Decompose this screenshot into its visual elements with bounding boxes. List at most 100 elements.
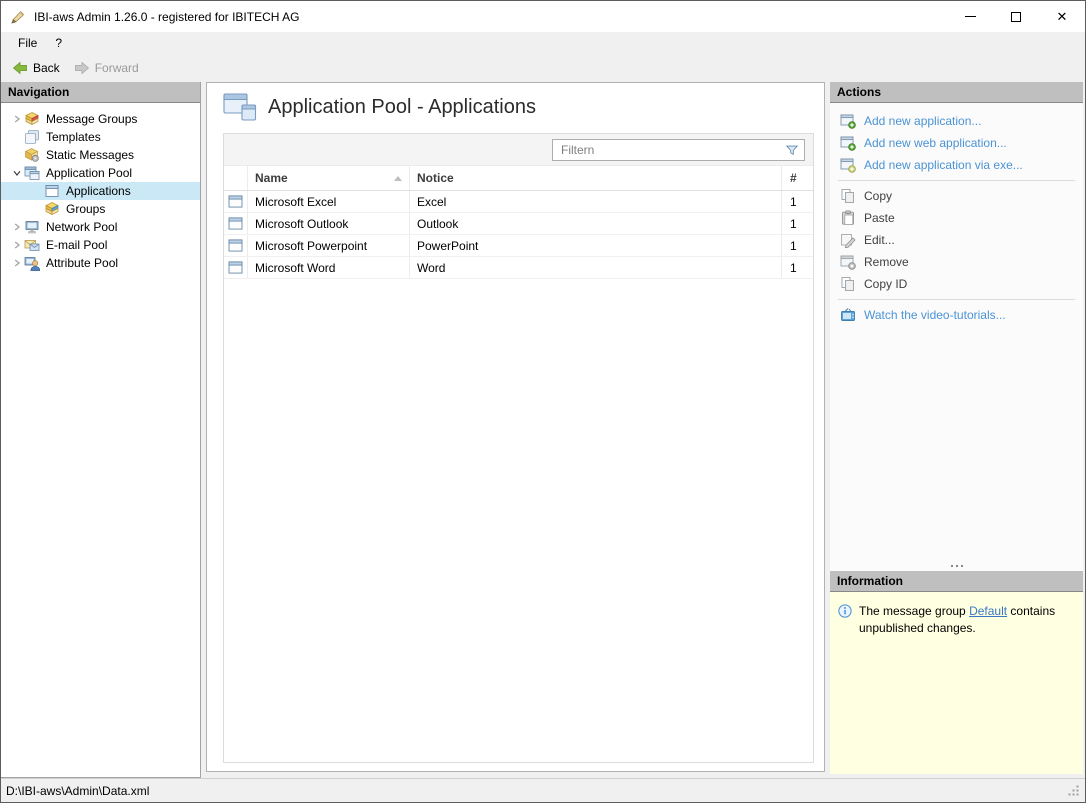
table-row[interactable]: Microsoft Powerpoint PowerPoint 1 — [224, 235, 813, 257]
filter-input[interactable] — [553, 142, 780, 157]
copy-id-button[interactable]: Copy ID — [830, 273, 1083, 295]
network-pool-icon — [25, 221, 39, 234]
content-header: Application Pool - Applications — [207, 83, 824, 131]
actions-list: Add new application... Add new web appli… — [830, 103, 1083, 326]
forward-arrow-icon — [74, 61, 89, 75]
row-cell-count: 1 — [790, 194, 797, 209]
filter-funnel-icon[interactable] — [780, 143, 804, 157]
actions-panel: Actions Add new application... Add new w… — [830, 82, 1083, 774]
sidebar-item-label: Static Messages — [46, 148, 135, 162]
content-panel: Application Pool - Applications Filtern … — [206, 82, 825, 772]
sidebar-item-message-groups[interactable]: Message Groups — [1, 110, 200, 128]
minimize-icon — [964, 16, 976, 17]
email-pool-icon — [24, 240, 40, 251]
menu-file[interactable]: File — [9, 34, 46, 52]
edit-button[interactable]: Edit... — [830, 229, 1083, 251]
static-messages-icon — [24, 148, 39, 162]
add-application-exe-icon — [840, 158, 856, 173]
remove-button[interactable]: Remove — [830, 251, 1083, 273]
row-cell-icon — [224, 191, 248, 212]
edit-icon — [841, 234, 856, 248]
video-tutorials-icon — [841, 308, 855, 321]
row-cell-count: 1 — [790, 238, 797, 253]
expand-chevron-right-icon[interactable] — [9, 115, 24, 123]
minimize-button[interactable] — [947, 1, 993, 32]
sidebar-item-label: Message Groups — [46, 112, 138, 126]
count-column-label: # — [790, 171, 797, 185]
sidebar-item-label: E-mail Pool — [46, 238, 108, 252]
applications-list-box: Name Notice # — [223, 133, 814, 763]
watch-video-tutorials-link[interactable]: Watch the video-tutorials... — [830, 304, 1083, 326]
panel-splitter[interactable] — [830, 560, 1083, 571]
templates-icon — [25, 130, 39, 144]
attribute-pool-icon — [24, 257, 40, 271]
sort-ascending-icon — [394, 175, 402, 181]
expand-chevron-right-icon[interactable] — [9, 259, 24, 267]
table-row[interactable]: Microsoft Outlook Outlook 1 — [224, 213, 813, 235]
action-label: Remove — [864, 255, 909, 269]
application-window-icon — [228, 195, 243, 208]
add-new-application-via-exe-link[interactable]: Add new application via exe... — [830, 154, 1083, 176]
notice-column-header[interactable]: Notice — [410, 166, 782, 190]
icon-column-header[interactable] — [224, 166, 248, 190]
expand-chevron-right-icon[interactable] — [9, 241, 24, 249]
paste-button[interactable]: Paste — [830, 207, 1083, 229]
information-content: The message group Default contains unpub… — [830, 592, 1083, 774]
name-column-header[interactable]: Name — [248, 166, 410, 190]
close-button[interactable]: ✕ — [1039, 1, 1085, 32]
sidebar-item-email-pool[interactable]: E-mail Pool — [1, 236, 200, 254]
maximize-icon — [1011, 11, 1021, 22]
row-cell-notice: Outlook — [410, 213, 782, 234]
main-area: Navigation Message Groups Templates Stat… — [1, 82, 1085, 778]
sidebar-item-applications[interactable]: Applications — [1, 182, 200, 200]
application-window-icon — [228, 239, 243, 252]
back-button[interactable]: Back — [5, 58, 67, 78]
table-header: Name Notice # — [224, 166, 813, 191]
message-groups-icon — [25, 112, 39, 126]
action-label: Add new application... — [864, 114, 982, 128]
back-arrow-icon — [12, 61, 27, 75]
expand-chevron-right-icon[interactable] — [9, 223, 24, 231]
add-new-application-link[interactable]: Add new application... — [830, 110, 1083, 132]
forward-label: Forward — [94, 61, 139, 75]
titlebar: IBI-aws Admin 1.26.0 - registered for IB… — [1, 1, 1085, 32]
applications-icon — [45, 185, 59, 197]
add-web-application-icon — [840, 136, 856, 151]
groups-icon — [45, 202, 59, 216]
row-cell-icon — [224, 213, 248, 234]
menu-help[interactable]: ? — [46, 34, 71, 52]
collapse-chevron-down-icon[interactable] — [9, 169, 24, 177]
info-text-before: The message group — [859, 604, 970, 618]
name-column-label: Name — [255, 171, 288, 185]
sidebar-item-label: Application Pool — [46, 166, 133, 180]
add-new-web-application-link[interactable]: Add new web application... — [830, 132, 1083, 154]
table-row[interactable]: Microsoft Excel Excel 1 — [224, 191, 813, 213]
sidebar-item-application-pool[interactable]: Application Pool — [1, 164, 200, 182]
info-icon — [838, 604, 852, 618]
sidebar-item-templates[interactable]: Templates — [1, 128, 200, 146]
information-header: Information — [830, 571, 1083, 592]
information-message: The message group Default contains unpub… — [859, 603, 1075, 763]
copy-button[interactable]: Copy — [830, 185, 1083, 207]
row-cell-notice: Word — [410, 257, 782, 278]
table-row[interactable]: Microsoft Word Word 1 — [224, 257, 813, 279]
default-message-group-link[interactable]: Default — [969, 604, 1007, 618]
action-label: Copy ID — [864, 277, 908, 291]
resize-grip[interactable] — [1067, 784, 1080, 797]
forward-button[interactable]: Forward — [67, 58, 146, 78]
window-controls: ✕ — [947, 1, 1085, 32]
count-column-header[interactable]: # — [782, 166, 813, 190]
remove-icon — [840, 255, 856, 270]
sidebar-item-network-pool[interactable]: Network Pool — [1, 218, 200, 236]
action-label: Copy — [864, 189, 893, 203]
action-label: Add new application via exe... — [864, 158, 1023, 172]
toolbar: Back Forward — [1, 54, 1085, 82]
sidebar-item-static-messages[interactable]: Static Messages — [1, 146, 200, 164]
app-icon — [11, 11, 25, 24]
sidebar-item-attribute-pool[interactable]: Attribute Pool — [1, 254, 200, 272]
actions-empty-area — [830, 326, 1083, 560]
actions-header: Actions — [830, 82, 1083, 103]
sidebar-item-groups[interactable]: Groups — [1, 200, 200, 218]
row-cell-notice: Excel — [410, 191, 782, 212]
maximize-button[interactable] — [993, 1, 1039, 32]
